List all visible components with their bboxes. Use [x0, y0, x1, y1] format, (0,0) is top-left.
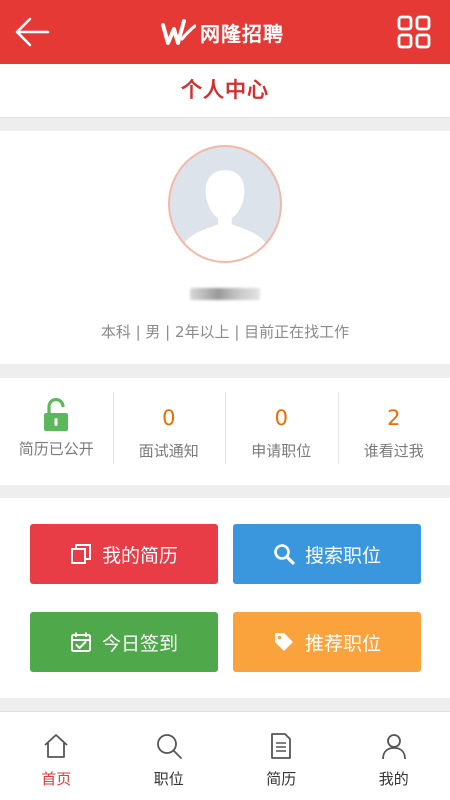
recommended-jobs-label: 推荐职位 — [304, 632, 381, 655]
default-avatar-icon — [183, 170, 267, 261]
page-header: 个人中心 — [0, 64, 450, 118]
stat-value: 0 — [162, 406, 176, 430]
stat-resume-public[interactable]: 简历已公开 — [0, 378, 113, 485]
brand: 网隆招聘 — [160, 14, 284, 50]
stat-interview-notices[interactable]: 0 面试通知 — [112, 378, 226, 485]
search-jobs-label: 搜索职位 — [304, 544, 381, 567]
bottom-tab-bar: 首页 职位 简历 我的 — [0, 711, 450, 800]
tab-resume[interactable]: 简历 — [225, 712, 338, 800]
stat-label: 面试通知 — [138, 442, 199, 460]
unlock-icon — [44, 398, 69, 431]
stat-value: 2 — [387, 406, 401, 430]
calendar-check-icon — [70, 632, 91, 652]
back-button[interactable] — [12, 12, 52, 52]
profile-summary: 本科 | 男 | 2年以上 | 目前正在找工作 — [100, 323, 350, 341]
app-header: 网隆招聘 — [0, 0, 450, 64]
stat-who-viewed-me[interactable]: 2 谁看过我 — [337, 378, 450, 485]
brand-name: 网隆招聘 — [200, 21, 284, 46]
person-icon — [381, 734, 406, 760]
tab-label: 职位 — [153, 770, 184, 788]
my-resume-button[interactable]: 我的简历 — [30, 524, 218, 584]
grid-icon — [397, 15, 431, 49]
tab-label: 首页 — [41, 770, 72, 788]
stat-value: 0 — [274, 406, 288, 430]
copy-icon — [70, 544, 91, 564]
home-icon — [44, 734, 68, 758]
tab-home[interactable]: 首页 — [0, 712, 113, 800]
action-panel: 我的简历 搜索职位 今日签到 推荐职位 — [0, 498, 450, 698]
tab-mine[interactable]: 我的 — [338, 712, 450, 800]
page-title: 个人中心 — [181, 78, 269, 102]
daily-checkin-button[interactable]: 今日签到 — [30, 612, 218, 672]
tab-label: 简历 — [266, 770, 297, 788]
brand-logo-icon — [161, 19, 196, 45]
search-icon — [274, 544, 295, 565]
search-icon — [156, 734, 182, 759]
search-jobs-button[interactable]: 搜索职位 — [233, 524, 421, 584]
recommended-jobs-button[interactable]: 推荐职位 — [233, 612, 421, 672]
stat-label: 简历已公开 — [18, 440, 94, 458]
stats-bar: 简历已公开 0 面试通知 0 申请职位 2 谁看过我 — [0, 378, 450, 485]
daily-checkin-label: 今日签到 — [101, 632, 178, 655]
menu-button[interactable] — [396, 14, 432, 50]
document-icon — [271, 733, 292, 759]
arrow-left-icon — [15, 17, 50, 47]
tab-jobs[interactable]: 职位 — [113, 712, 226, 800]
tag-icon — [274, 633, 293, 651]
avatar[interactable] — [168, 145, 282, 263]
stat-label: 申请职位 — [251, 442, 312, 460]
stat-label: 谁看过我 — [363, 442, 424, 460]
profile-card: 本科 | 男 | 2年以上 | 目前正在找工作 — [0, 131, 450, 364]
stat-applied-jobs[interactable]: 0 申请职位 — [225, 378, 338, 485]
username-redacted — [190, 288, 260, 300]
tab-label: 我的 — [378, 770, 409, 788]
my-resume-label: 我的简历 — [101, 544, 178, 567]
